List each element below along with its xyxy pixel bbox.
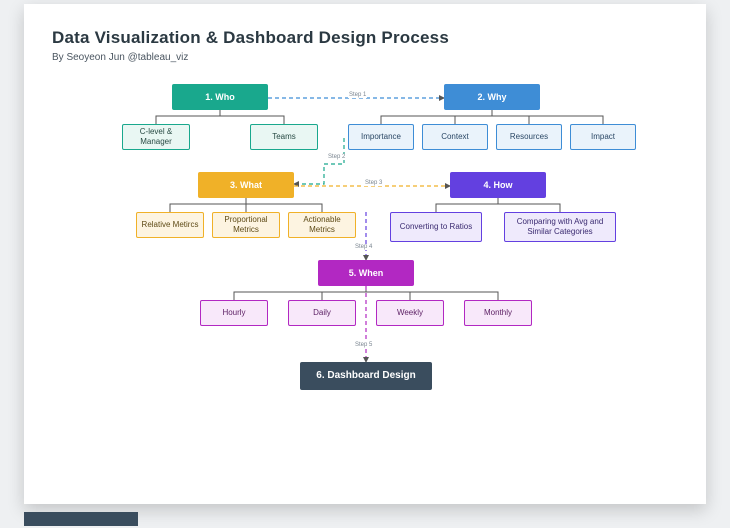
byline: By Seoyeon Jun @tableau_viz — [52, 52, 678, 63]
leaf-why-resources: Resources — [496, 124, 562, 150]
page-title: Data Visualization & Dashboard Design Pr… — [52, 28, 678, 48]
leaf-why-context: Context — [422, 124, 488, 150]
leaf-who-clevel: C-level & Manager — [122, 124, 190, 150]
node-how: 4. How — [450, 172, 546, 198]
node-who: 1. Who — [172, 84, 268, 110]
step-label-3: Step 3 — [364, 180, 383, 186]
leaf-when-weekly: Weekly — [376, 300, 444, 326]
leaf-who-teams: Teams — [250, 124, 318, 150]
step-label-2: Step 2 — [327, 154, 346, 160]
leaf-when-hourly: Hourly — [200, 300, 268, 326]
step-label-1: Step 1 — [348, 92, 367, 98]
leaf-how-comparing: Comparing with Avg and Similar Categorie… — [504, 212, 616, 242]
node-why: 2. Why — [444, 84, 540, 110]
leaf-when-daily: Daily — [288, 300, 356, 326]
diagram-canvas: 1. Who 2. Why C-level & Manager Teams Im… — [24, 84, 706, 504]
step-label-5: Step 5 — [354, 342, 373, 348]
leaf-what-actionable: Actionable Metrics — [288, 212, 356, 238]
leaf-why-impact: Impact — [570, 124, 636, 150]
leaf-why-importance: Importance — [348, 124, 414, 150]
step-label-4: Step 4 — [354, 244, 373, 250]
node-dashboard: 6. Dashboard Design — [300, 362, 432, 390]
diagram-card: Data Visualization & Dashboard Design Pr… — [24, 4, 706, 504]
node-when: 5. When — [318, 260, 414, 286]
node-what: 3. What — [198, 172, 294, 198]
leaf-what-relative: Relative Metircs — [136, 212, 204, 238]
leaf-what-proportional: Proportional Metrics — [212, 212, 280, 238]
leaf-when-monthly: Monthly — [464, 300, 532, 326]
leaf-how-ratios: Converting to Ratios — [390, 212, 482, 242]
footer-strip — [24, 512, 138, 526]
header: Data Visualization & Dashboard Design Pr… — [24, 4, 706, 67]
